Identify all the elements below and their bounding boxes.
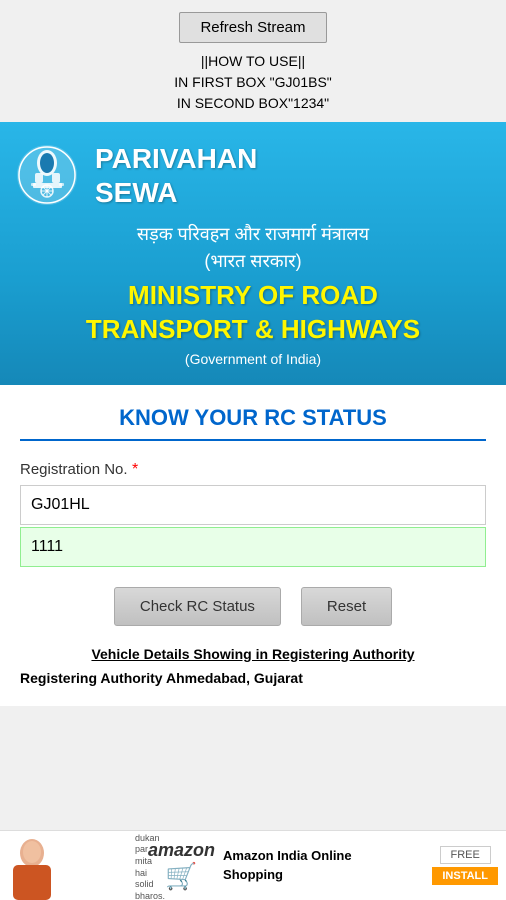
registration-first-input[interactable]: [20, 485, 486, 525]
how-to-line3: IN SECOND BOX"1234": [177, 95, 329, 111]
how-to-use-text: ||HOW TO USE|| IN FIRST BOX "GJ01BS" IN …: [174, 51, 332, 114]
ad-banner: Sirf apni dukan par mita hai solid bharo…: [0, 830, 506, 900]
registration-second-input[interactable]: [20, 527, 486, 567]
header-banner: PARIVAHAN SEWA सड़क परिवहन और राजमार्ग म…: [0, 122, 506, 385]
registration-label-row: Registration No. *: [20, 461, 486, 479]
ad-free-button[interactable]: FREE: [440, 846, 491, 864]
hindi-subtitle: सड़क परिवहन और राजमार्ग मंत्रालय (भारत स…: [15, 221, 491, 275]
registration-label: Registration No.: [20, 461, 128, 478]
parivahan-title-text: PARIVAHAN SEWA: [95, 142, 257, 209]
ad-action-buttons: FREE INSTALL: [432, 846, 498, 885]
button-row: Check RC Status Reset: [20, 587, 486, 626]
ashoka-emblem-icon: [15, 143, 80, 208]
ad-install-button[interactable]: INSTALL: [432, 867, 498, 885]
vehicle-details-title: Vehicle Details Showing in Registering A…: [20, 646, 486, 662]
govt-subtitle: (Government of India): [15, 351, 491, 367]
how-to-line2: IN FIRST BOX "GJ01BS": [174, 74, 332, 90]
know-rc-title: KNOW YOUR RC STATUS: [20, 405, 486, 441]
registering-authority: Registering Authority Ahmedabad, Gujarat: [20, 670, 486, 686]
reset-button[interactable]: Reset: [301, 587, 392, 626]
ad-left-section: Sirf apni dukan par mita hai solid bharo…: [0, 831, 140, 900]
amazon-cart-icon: 🛒: [165, 861, 197, 892]
ministry-title: MINISTRY OF ROAD TRANSPORT & HIGHWAYS: [15, 279, 491, 347]
ad-amazon-section: amazon 🛒 Amazon India Online Shopping FR…: [140, 840, 506, 892]
ad-person-image: [5, 835, 60, 900]
ad-desc-title: Amazon India Online Shopping: [223, 847, 424, 883]
top-bar: Refresh Stream ||HOW TO USE|| IN FIRST B…: [0, 0, 506, 122]
refresh-stream-button[interactable]: Refresh Stream: [179, 12, 326, 43]
how-to-line1: ||HOW TO USE||: [201, 53, 305, 69]
banner-top-row: PARIVAHAN SEWA: [15, 142, 257, 209]
required-star: *: [132, 461, 138, 478]
amazon-logo-area: amazon 🛒: [148, 840, 215, 892]
parivahan-title: PARIVAHAN SEWA: [95, 142, 257, 209]
main-content: KNOW YOUR RC STATUS Registration No. * C…: [0, 385, 506, 706]
ad-description: Amazon India Online Shopping: [223, 847, 424, 883]
check-rc-status-button[interactable]: Check RC Status: [114, 587, 281, 626]
